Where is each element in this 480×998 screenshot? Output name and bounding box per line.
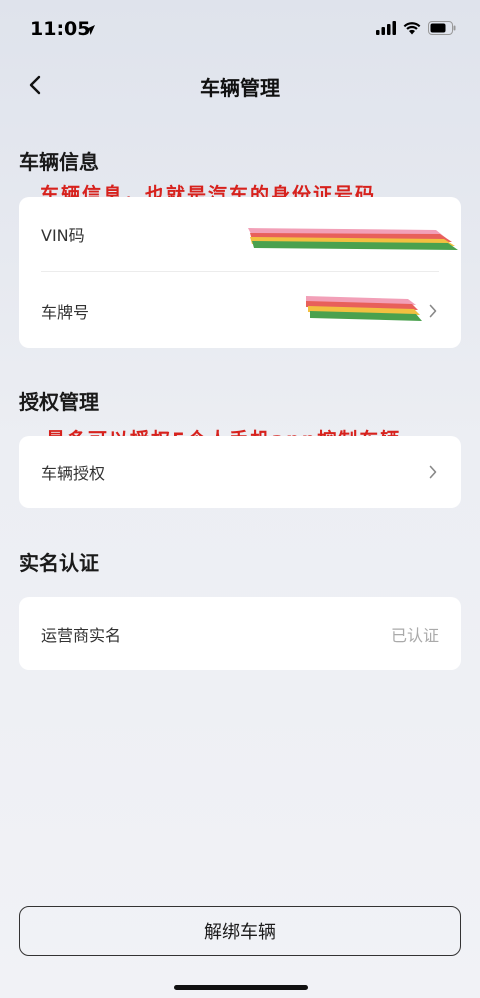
carrier-real-name-label: 运营商实名 bbox=[41, 625, 122, 645]
chevron-right-icon bbox=[429, 304, 437, 318]
vin-redaction-scribble bbox=[248, 228, 458, 250]
status-bar: 11:05 bbox=[0, 0, 480, 60]
section-title-authorization: 授权管理 bbox=[19, 390, 99, 414]
battery-icon bbox=[428, 20, 456, 39]
vehicle-authorization-label: 车辆授权 bbox=[41, 464, 106, 483]
nav-bar: 车辆管理 bbox=[0, 60, 480, 110]
vin-label: VIN码 bbox=[41, 226, 85, 245]
carrier-real-name-row[interactable]: 运营商实名 已认证 bbox=[19, 597, 461, 670]
home-indicator bbox=[174, 985, 308, 990]
page-title: 车辆管理 bbox=[200, 76, 280, 100]
status-time: 11:05 bbox=[30, 18, 91, 40]
chevron-right-icon bbox=[429, 465, 437, 479]
wifi-icon bbox=[403, 20, 421, 39]
plate-redaction-scribble bbox=[306, 296, 422, 321]
cellular-signal-icon bbox=[376, 20, 396, 39]
section-title-vehicle-info: 车辆信息 bbox=[19, 150, 99, 174]
authorization-card: 车辆授权 bbox=[19, 436, 461, 508]
divider bbox=[41, 271, 439, 272]
section-title-real-name: 实名认证 bbox=[19, 551, 99, 575]
vehicle-authorization-row[interactable]: 车辆授权 bbox=[19, 436, 461, 508]
unbind-vehicle-button[interactable]: 解绑车辆 bbox=[19, 906, 461, 956]
vehicle-info-card: VIN码 车牌号 bbox=[19, 197, 461, 348]
real-name-card: 运营商实名 已认证 bbox=[19, 597, 461, 670]
verification-status: 已认证 bbox=[390, 625, 439, 645]
location-arrow-icon bbox=[84, 21, 96, 40]
plate-label: 车牌号 bbox=[41, 303, 90, 322]
status-icons bbox=[376, 20, 456, 39]
